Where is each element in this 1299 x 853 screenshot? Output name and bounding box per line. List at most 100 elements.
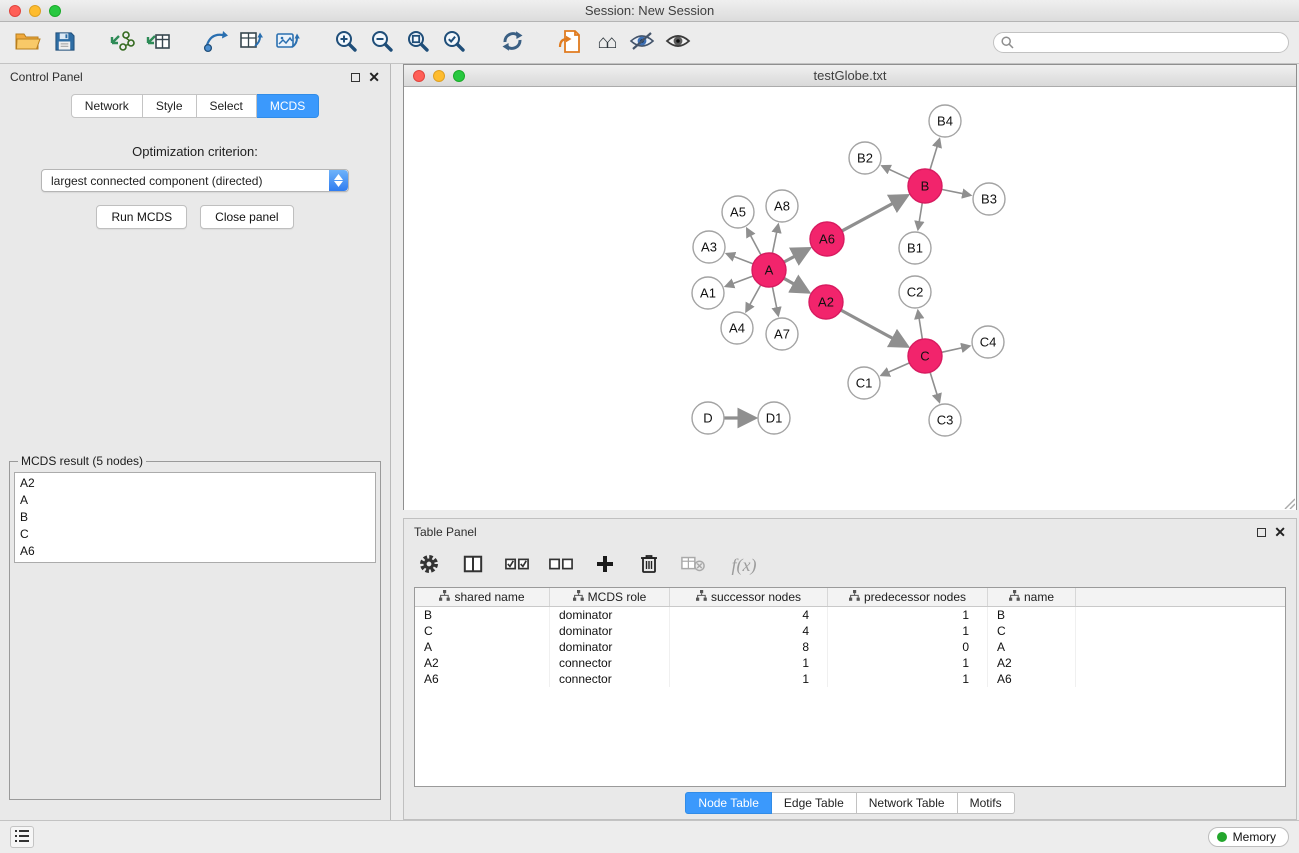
column-header-successor-nodes[interactable]: successor nodes: [670, 588, 828, 606]
import-table-button[interactable]: [140, 26, 176, 60]
close-panel-icon[interactable]: ✕: [368, 72, 380, 82]
close-window-button[interactable]: [9, 5, 21, 17]
result-item[interactable]: A: [15, 492, 375, 509]
edge-A-A1[interactable]: [726, 276, 753, 286]
column-header-MCDS-role[interactable]: MCDS role: [550, 588, 670, 606]
table-cell[interactable]: A: [988, 639, 1076, 655]
edge-C-C4[interactable]: [942, 346, 970, 352]
column-header-shared-name[interactable]: shared name: [415, 588, 550, 606]
table-cell[interactable]: 1: [828, 623, 988, 639]
tab-network[interactable]: Network: [71, 94, 143, 118]
table-row[interactable]: A2connector11A2: [415, 655, 1285, 671]
zoom-network-button[interactable]: [453, 70, 465, 82]
zoom-out-button[interactable]: [364, 26, 400, 60]
table-row[interactable]: Bdominator41B: [415, 607, 1285, 623]
graph-node-B1[interactable]: B1: [899, 232, 931, 264]
graph-node-A5[interactable]: A5: [722, 196, 754, 228]
minimize-window-button[interactable]: [29, 5, 41, 17]
table-cell[interactable]: 1: [828, 655, 988, 671]
new-table-button[interactable]: [234, 26, 270, 60]
memory-button[interactable]: Memory: [1208, 827, 1289, 847]
table-cell[interactable]: 1: [670, 655, 828, 671]
network-canvas[interactable]: B4B2BB3A5A8A6B1A3AC2A1A2A4A7C4CC1C3DD1: [404, 87, 1296, 510]
import-document-button[interactable]: [552, 26, 588, 60]
close-panel-button[interactable]: Close panel: [200, 205, 293, 229]
delete-column-button[interactable]: [634, 550, 664, 580]
table-cell[interactable]: dominator: [550, 623, 670, 639]
show-graphics-details-button[interactable]: [660, 26, 696, 60]
zoom-fit-button[interactable]: [400, 26, 436, 60]
hide-graphics-details-button[interactable]: [624, 26, 660, 60]
open-session-button[interactable]: [10, 26, 46, 60]
resize-grip-icon[interactable]: [1283, 497, 1295, 509]
tab-style[interactable]: Style: [143, 94, 197, 118]
deselect-all-button[interactable]: [546, 550, 576, 580]
column-header-name[interactable]: name: [988, 588, 1076, 606]
graph-node-B[interactable]: B: [908, 169, 942, 203]
tab-mcds[interactable]: MCDS: [257, 94, 319, 118]
table-row[interactable]: Cdominator41C: [415, 623, 1285, 639]
table-cell[interactable]: 1: [828, 607, 988, 623]
graph-node-B3[interactable]: B3: [973, 183, 1005, 215]
edge-C-C2[interactable]: [918, 311, 922, 339]
close-network-button[interactable]: [413, 70, 425, 82]
export-image-button[interactable]: [270, 26, 306, 60]
graph-node-C1[interactable]: C1: [848, 367, 880, 399]
table-cell[interactable]: B: [988, 607, 1076, 623]
function-builder-button[interactable]: f(x): [722, 550, 766, 580]
edge-C-C3[interactable]: [930, 372, 939, 402]
result-item[interactable]: A6: [15, 543, 375, 560]
table-cell[interactable]: A: [415, 639, 550, 655]
zoom-window-button[interactable]: [49, 5, 61, 17]
edge-C-C1[interactable]: [881, 363, 909, 375]
table-cell[interactable]: 4: [670, 623, 828, 639]
table-cell[interactable]: C: [988, 623, 1076, 639]
graph-node-C3[interactable]: C3: [929, 404, 961, 436]
edge-A-A6[interactable]: [784, 249, 808, 262]
minimize-network-button[interactable]: [433, 70, 445, 82]
tab-motifs[interactable]: Motifs: [958, 792, 1015, 814]
tab-network-table[interactable]: Network Table: [857, 792, 958, 814]
delete-table-button[interactable]: [678, 550, 708, 580]
tab-node-table[interactable]: Node Table: [685, 792, 772, 814]
edge-B-B3[interactable]: [942, 189, 971, 195]
edge-A-A5[interactable]: [747, 229, 761, 255]
table-cell[interactable]: A2: [988, 655, 1076, 671]
graph-node-B4[interactable]: B4: [929, 105, 961, 137]
graph-node-D1[interactable]: D1: [758, 402, 790, 434]
table-cell[interactable]: B: [415, 607, 550, 623]
zoom-selected-button[interactable]: [436, 26, 472, 60]
float-table-panel-icon[interactable]: [1257, 528, 1266, 537]
edge-A2-C[interactable]: [841, 310, 907, 346]
table-cell[interactable]: A6: [988, 671, 1076, 687]
result-item[interactable]: A2: [15, 475, 375, 492]
zoom-in-button[interactable]: [328, 26, 364, 60]
graph-node-D[interactable]: D: [692, 402, 724, 434]
edge-A-A2[interactable]: [784, 278, 808, 291]
table-row[interactable]: A6connector11A6: [415, 671, 1285, 687]
graph-node-C4[interactable]: C4: [972, 326, 1004, 358]
graph-node-A[interactable]: A: [752, 253, 786, 287]
table-cell[interactable]: 1: [670, 671, 828, 687]
table-settings-button[interactable]: [414, 550, 444, 580]
select-all-button[interactable]: [502, 550, 532, 580]
tab-edge-table[interactable]: Edge Table: [772, 792, 857, 814]
table-cell[interactable]: dominator: [550, 607, 670, 623]
show-column-button[interactable]: [458, 550, 488, 580]
result-item[interactable]: C: [15, 526, 375, 543]
graph-node-A3[interactable]: A3: [693, 231, 725, 263]
criterion-dropdown[interactable]: largest connected component (directed): [41, 169, 349, 192]
create-column-button[interactable]: [590, 550, 620, 580]
welcome-screen-button[interactable]: ⌂⌂: [588, 26, 624, 60]
result-item[interactable]: B: [15, 509, 375, 526]
edge-A-A8[interactable]: [772, 225, 778, 254]
table-cell[interactable]: 4: [670, 607, 828, 623]
graph-node-C[interactable]: C: [908, 339, 942, 373]
graph-node-A1[interactable]: A1: [692, 277, 724, 309]
table-cell[interactable]: 8: [670, 639, 828, 655]
graph-node-A6[interactable]: A6: [810, 222, 844, 256]
edge-A-A4[interactable]: [746, 285, 761, 311]
close-table-panel-icon[interactable]: ✕: [1274, 527, 1286, 537]
tab-select[interactable]: Select: [197, 94, 257, 118]
table-cell[interactable]: connector: [550, 655, 670, 671]
